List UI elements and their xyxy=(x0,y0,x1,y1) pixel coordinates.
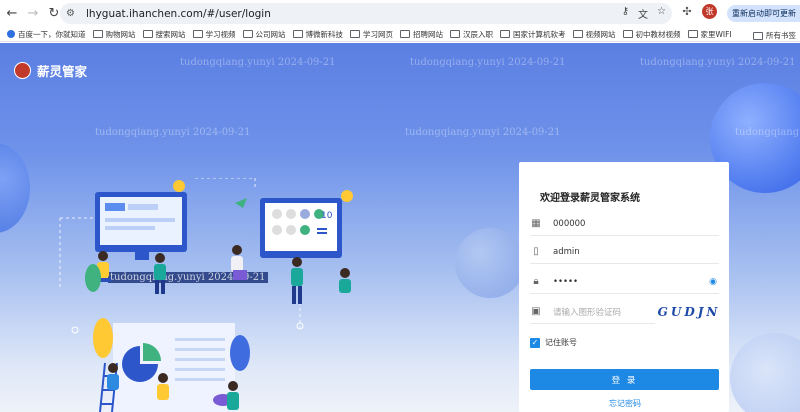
folder-icon xyxy=(450,30,460,38)
remember-label[interactable]: 记住账号 xyxy=(545,337,577,348)
captcha-image[interactable]: GUDJN xyxy=(658,301,719,323)
watermark: tudongqiang.yunyi 2024-09-21 xyxy=(735,127,800,138)
all-bookmarks[interactable]: 所有书签 xyxy=(753,30,796,41)
folder-icon xyxy=(192,30,203,38)
bookmark-label: 学习网页 xyxy=(363,29,393,39)
folder-icon xyxy=(572,30,583,38)
bookmark-label: 家里WIFI xyxy=(700,29,732,39)
bookmark-item[interactable]: 购物网站 xyxy=(92,29,136,40)
username-field[interactable]: ▯ admin xyxy=(530,240,719,264)
profile-avatar[interactable]: 张 xyxy=(702,4,717,19)
bookmark-label: 初中教材视频 xyxy=(635,29,681,39)
folder-icon xyxy=(142,30,153,38)
bookmark-item[interactable]: 国家计算机软考 xyxy=(500,29,566,40)
site-info-icon[interactable]: ⚙ xyxy=(66,8,78,20)
bookmark-item[interactable]: 搜索网站 xyxy=(142,29,186,40)
star-icon[interactable]: ☆ xyxy=(657,6,666,21)
bookmark-item[interactable]: 学习视频 xyxy=(192,29,236,40)
bookmark-item[interactable]: 博微新科技 xyxy=(292,29,344,40)
folder-icon xyxy=(350,30,360,38)
password-field[interactable]: 🔒︎ ••••• ◉ xyxy=(530,270,719,294)
bookmark-label: 搜索网站 xyxy=(155,29,186,39)
checkbox-checked-icon[interactable]: ✓ xyxy=(530,337,540,348)
phone-icon: ▯ xyxy=(533,246,539,257)
bookmark-label: 招聘网站 xyxy=(413,29,443,39)
company-code-value[interactable]: 000000 xyxy=(553,219,585,229)
watermark: tudongqiang.yunyi 2024-09-21 xyxy=(405,127,561,138)
bookmark-label: 公司网站 xyxy=(255,29,286,39)
bookmark-item[interactable]: 汉辰入职 xyxy=(450,29,493,40)
bookmark-label: 购物网站 xyxy=(105,29,136,39)
update-label: 重新启动即可更新 xyxy=(732,9,796,18)
login-button[interactable]: 登 录 xyxy=(530,369,719,390)
bookmark-item[interactable]: 初中教材视频 xyxy=(622,29,681,40)
browser-toolbar: ← → ↻ ⚙ lhyguat.ihanchen.com/#/user/logi… xyxy=(0,0,800,27)
watermark: tudongqiang.yunyi 2024-09-21 xyxy=(95,127,251,138)
hero-illustration: 10 xyxy=(59,178,353,412)
captcha-placeholder[interactable]: 请输入图形验证码 xyxy=(553,306,621,318)
folder-icon xyxy=(687,30,698,38)
decor-bubble xyxy=(0,143,30,233)
lock-icon: 🔒︎ xyxy=(533,276,539,287)
bookmark-label: 汉辰入职 xyxy=(463,29,493,39)
watermark: tudongqiang.yunyi 2024-09-21 xyxy=(640,57,796,68)
folder-icon xyxy=(92,30,103,38)
decor-bubble xyxy=(730,333,800,412)
eye-icon[interactable]: ◉ xyxy=(709,277,717,287)
folder-icon xyxy=(242,30,253,38)
bookmark-item[interactable]: 公司网站 xyxy=(242,29,286,40)
watermark: tudongqiang.yunyi 2024-09-21 xyxy=(180,57,336,68)
bookmark-item[interactable]: 百度一下，你就知道 xyxy=(7,29,86,40)
app-logo: 薪灵管家 xyxy=(14,61,87,80)
bookmark-label: 视频网站 xyxy=(585,29,616,39)
folder-icon xyxy=(292,30,303,38)
app-name: 薪灵管家 xyxy=(37,64,88,79)
login-page: 薪灵管家 tudongqiang.yunyi 2024-09-21 tudong… xyxy=(0,43,800,412)
forward-icon[interactable]: → xyxy=(24,5,42,23)
extensions-icon[interactable]: ✣ xyxy=(680,5,694,19)
folder-icon xyxy=(622,30,633,38)
folder-icon xyxy=(500,30,510,38)
bookmark-item[interactable]: 视频网站 xyxy=(572,29,616,40)
key-icon[interactable]: ⚷ xyxy=(622,6,629,21)
watermark: tudongqiang.yunyi 2024-09-21 xyxy=(410,57,566,68)
captcha-icon: ▣ xyxy=(531,306,541,317)
bookmark-label: 博微新科技 xyxy=(305,29,344,39)
bookmark-label: 国家计算机软考 xyxy=(513,29,566,39)
translate-icon[interactable]: 文 xyxy=(638,6,648,21)
all-bookmarks-label: 所有书签 xyxy=(766,31,796,40)
remember-account[interactable]: ✓ 记住账号 xyxy=(530,337,577,348)
back-icon[interactable]: ← xyxy=(3,5,21,23)
building-icon: ▦ xyxy=(531,218,541,229)
folder-icon xyxy=(400,30,410,38)
login-card: 欢迎登录薪灵管家系统 ▦ 000000 ▯ admin 🔒︎ ••••• ◉ ▣… xyxy=(519,162,729,412)
captcha-field[interactable]: ▣ 请输入图形验证码 xyxy=(530,300,655,324)
password-value[interactable]: ••••• xyxy=(553,277,578,287)
folder-icon xyxy=(753,31,763,40)
logo-icon xyxy=(14,62,31,79)
address-bar[interactable]: ⚙ lhyguat.ihanchen.com/#/user/login ⚷ 文 … xyxy=(60,3,672,24)
decor-bubble xyxy=(455,228,525,298)
url-text[interactable]: lhyguat.ihanchen.com/#/user/login xyxy=(86,8,271,20)
svg-text:10: 10 xyxy=(321,211,333,221)
bookmarks-bar: 百度一下，你就知道 购物网站 搜索网站 学习视频 公司网站 博微新科技 学习网页 招聘网站 汉辰… xyxy=(0,27,800,42)
bookmark-item[interactable]: 学习网页 xyxy=(350,29,393,40)
username-value[interactable]: admin xyxy=(553,247,580,257)
bookmark-item[interactable]: 家里WIFI xyxy=(687,29,732,40)
company-code-field[interactable]: ▦ 000000 xyxy=(530,212,719,236)
login-title: 欢迎登录薪灵管家系统 xyxy=(540,193,640,204)
bookmark-item[interactable]: 招聘网站 xyxy=(400,29,443,40)
update-button[interactable]: 重新启动即可更新 ⋮ xyxy=(727,5,800,22)
bookmark-label: 学习视频 xyxy=(205,29,236,39)
favicon-icon xyxy=(7,30,15,38)
forgot-password-link[interactable]: 忘记密码 xyxy=(609,398,641,409)
bookmark-label: 百度一下，你就知道 xyxy=(18,29,86,39)
